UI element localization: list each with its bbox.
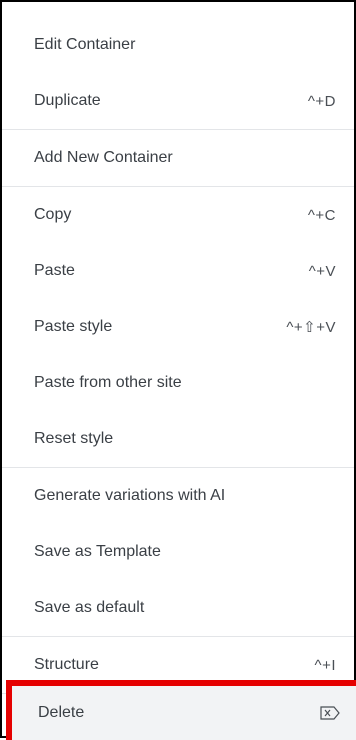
menu-item-paste[interactable]: Paste ^+V [2, 243, 354, 299]
menu-item-shortcut: ^+I [314, 656, 336, 674]
menu-item-shortcut: ^+⇧+V [286, 319, 336, 336]
menu-item-label: Add New Container [34, 149, 173, 166]
menu-item-label: Save as Template [34, 543, 161, 560]
delete-highlight: Delete [6, 680, 356, 740]
menu-item-shortcut: ^+C [307, 206, 336, 224]
menu-item-paste-style[interactable]: Paste style ^+⇧+V [2, 299, 354, 355]
menu-item-label: Save as default [34, 599, 145, 616]
menu-item-save-as-template[interactable]: Save as Template [2, 524, 354, 580]
menu-item-generate-variations-ai[interactable]: Generate variations with AI [2, 468, 354, 524]
menu-item-add-new-container[interactable]: Add New Container [2, 130, 354, 186]
menu-group-templates: Generate variations with AI Save as Temp… [2, 468, 354, 637]
menu-item-delete[interactable]: Delete [12, 686, 356, 740]
menu-item-label: Copy [34, 206, 72, 223]
menu-item-shortcut: ^+V [308, 262, 336, 280]
menu-item-save-as-default[interactable]: Save as default [2, 580, 354, 636]
menu-item-shortcut: ^+D [307, 92, 336, 110]
menu-group-add: Add New Container [2, 130, 354, 187]
menu-group-clipboard: Copy ^+C Paste ^+V Paste style ^+⇧+V Pas… [2, 187, 354, 468]
menu-item-duplicate[interactable]: Duplicate ^+D [2, 73, 354, 129]
menu-item-label: Paste style [34, 318, 113, 335]
menu-item-reset-style[interactable]: Reset style [2, 411, 354, 467]
menu-item-paste-from-other-site[interactable]: Paste from other site [2, 355, 354, 411]
menu-item-label: Duplicate [34, 92, 101, 109]
menu-item-label: Delete [38, 704, 85, 721]
menu-item-label: Paste [34, 262, 75, 279]
backspace-icon [320, 706, 340, 720]
menu-item-label: Generate variations with AI [34, 487, 226, 504]
menu-item-copy[interactable]: Copy ^+C [2, 187, 354, 243]
menu-item-label: Structure [34, 656, 99, 673]
menu-item-label: Reset style [34, 430, 114, 447]
menu-group-edit: Edit Container Duplicate ^+D [2, 2, 354, 130]
menu-item-edit-container[interactable]: Edit Container [2, 17, 354, 73]
context-menu: Edit Container Duplicate ^+D Add New Con… [0, 0, 356, 740]
menu-item-label: Edit Container [34, 36, 136, 53]
menu-item-label: Paste from other site [34, 374, 182, 391]
